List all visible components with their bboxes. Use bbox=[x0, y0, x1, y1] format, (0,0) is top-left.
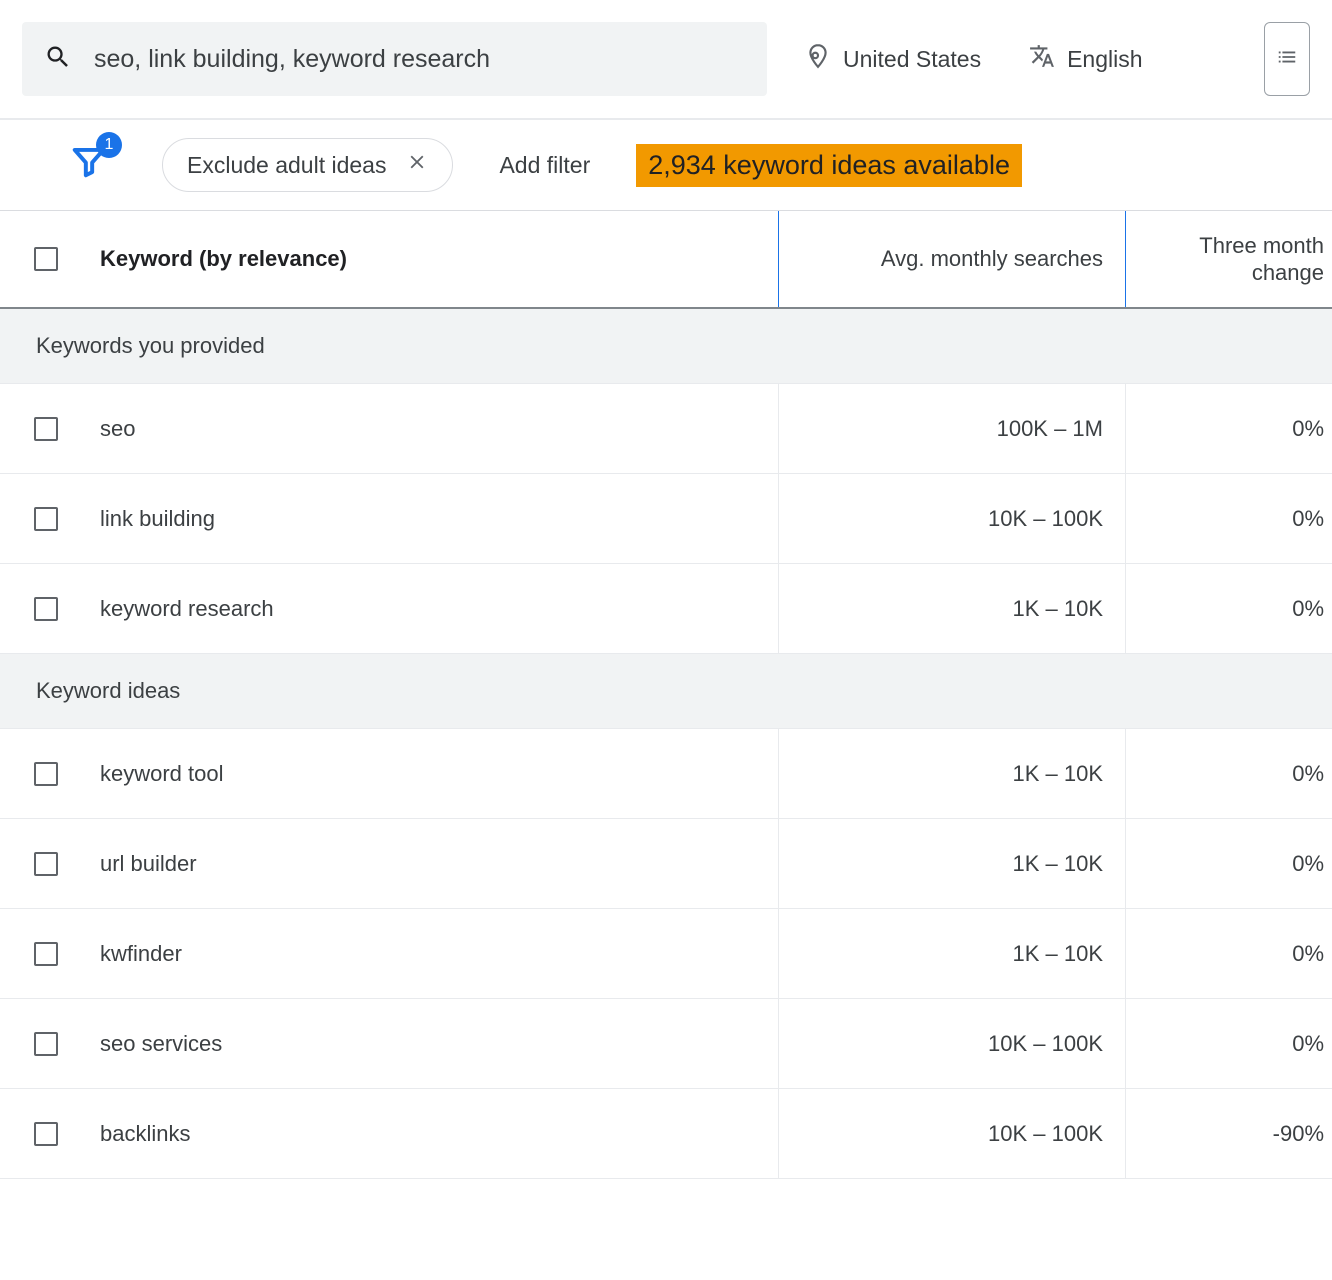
searches-cell: 1K – 10K bbox=[778, 564, 1126, 653]
row-checkbox-cell bbox=[0, 819, 100, 908]
change-cell: 0% bbox=[1126, 999, 1332, 1088]
section-header-ideas: Keyword ideas bbox=[0, 654, 1332, 729]
searches-cell: 1K – 10K bbox=[778, 729, 1126, 818]
row-checkbox[interactable] bbox=[34, 597, 58, 621]
table-row: backlinks10K – 100K-90% bbox=[0, 1089, 1332, 1179]
search-icon bbox=[44, 43, 72, 76]
change-cell: 0% bbox=[1126, 819, 1332, 908]
close-icon[interactable] bbox=[406, 151, 428, 179]
filter-chip-exclude-adult[interactable]: Exclude adult ideas bbox=[162, 138, 453, 192]
keyword-cell[interactable]: keyword research bbox=[100, 564, 778, 653]
language-label: English bbox=[1067, 46, 1142, 73]
filter-chip-label: Exclude adult ideas bbox=[187, 152, 386, 179]
searches-cell: 10K – 100K bbox=[778, 474, 1126, 563]
location-icon bbox=[805, 43, 831, 75]
location-selector[interactable]: United States bbox=[795, 43, 991, 75]
search-input[interactable] bbox=[94, 45, 745, 74]
change-cell: 0% bbox=[1126, 909, 1332, 998]
change-cell: 0% bbox=[1126, 564, 1332, 653]
filter-bar: 1 Exclude adult ideas Add filter 2,934 k… bbox=[0, 120, 1332, 210]
keyword-cell[interactable]: keyword tool bbox=[100, 729, 778, 818]
search-box[interactable] bbox=[22, 22, 767, 96]
row-checkbox-cell bbox=[0, 474, 100, 563]
row-checkbox[interactable] bbox=[34, 762, 58, 786]
column-header-change-label: Three month change bbox=[1126, 232, 1324, 287]
row-checkbox[interactable] bbox=[34, 507, 58, 531]
row-checkbox-cell bbox=[0, 729, 100, 818]
table-row: seo services10K – 100K0% bbox=[0, 999, 1332, 1089]
table-row: url builder1K – 10K0% bbox=[0, 819, 1332, 909]
table-row: keyword research1K – 10K0% bbox=[0, 564, 1332, 654]
row-checkbox-cell bbox=[0, 564, 100, 653]
searches-cell: 10K – 100K bbox=[778, 999, 1126, 1088]
table-row: seo100K – 1M0% bbox=[0, 384, 1332, 474]
select-all-checkbox[interactable] bbox=[34, 247, 58, 271]
translate-icon bbox=[1029, 43, 1055, 75]
ideas-available-banner: 2,934 keyword ideas available bbox=[636, 144, 1022, 187]
row-checkbox-cell bbox=[0, 909, 100, 998]
location-label: United States bbox=[843, 46, 981, 73]
column-header-change[interactable]: Three month change bbox=[1126, 211, 1332, 307]
menu-icon bbox=[1276, 46, 1298, 73]
header-checkbox-cell bbox=[0, 211, 100, 307]
keyword-cell[interactable]: link building bbox=[100, 474, 778, 563]
add-filter-button[interactable]: Add filter bbox=[499, 152, 590, 179]
top-bar: United States English bbox=[0, 0, 1332, 118]
keyword-cell[interactable]: kwfinder bbox=[100, 909, 778, 998]
row-checkbox[interactable] bbox=[34, 1032, 58, 1056]
settings-menu-button[interactable] bbox=[1264, 22, 1310, 96]
row-checkbox[interactable] bbox=[34, 852, 58, 876]
row-checkbox[interactable] bbox=[34, 942, 58, 966]
change-cell: -90% bbox=[1126, 1089, 1332, 1178]
row-checkbox[interactable] bbox=[34, 1122, 58, 1146]
searches-cell: 1K – 10K bbox=[778, 819, 1126, 908]
keyword-cell[interactable]: url builder bbox=[100, 819, 778, 908]
column-header-searches[interactable]: Avg. monthly searches bbox=[778, 211, 1126, 307]
table-row: link building10K – 100K0% bbox=[0, 474, 1332, 564]
keyword-cell[interactable]: backlinks bbox=[100, 1089, 778, 1178]
filter-icon-button[interactable]: 1 bbox=[70, 142, 116, 188]
table-row: kwfinder1K – 10K0% bbox=[0, 909, 1332, 999]
change-cell: 0% bbox=[1126, 384, 1332, 473]
row-checkbox[interactable] bbox=[34, 417, 58, 441]
keyword-cell[interactable]: seo bbox=[100, 384, 778, 473]
searches-cell: 100K – 1M bbox=[778, 384, 1126, 473]
searches-cell: 10K – 100K bbox=[778, 1089, 1126, 1178]
column-header-keyword[interactable]: Keyword (by relevance) bbox=[100, 211, 778, 307]
section-header-provided: Keywords you provided bbox=[0, 309, 1332, 384]
table-header: Keyword (by relevance) Avg. monthly sear… bbox=[0, 210, 1332, 309]
language-selector[interactable]: English bbox=[1019, 43, 1152, 75]
change-cell: 0% bbox=[1126, 729, 1332, 818]
row-checkbox-cell bbox=[0, 1089, 100, 1178]
filter-count-badge: 1 bbox=[96, 132, 122, 158]
table-row: keyword tool1K – 10K0% bbox=[0, 729, 1332, 819]
keyword-cell[interactable]: seo services bbox=[100, 999, 778, 1088]
row-checkbox-cell bbox=[0, 384, 100, 473]
row-checkbox-cell bbox=[0, 999, 100, 1088]
searches-cell: 1K – 10K bbox=[778, 909, 1126, 998]
change-cell: 0% bbox=[1126, 474, 1332, 563]
